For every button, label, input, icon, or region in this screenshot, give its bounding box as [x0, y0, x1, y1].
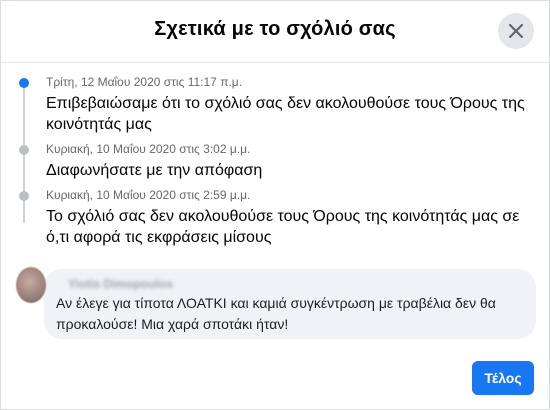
timeline-text: Επιβεβαιώσαμε ότι το σχόλιό σας δεν ακολ…: [46, 95, 525, 133]
comment-status-dialog: Σχετικά με το σχόλιό σας Τρίτη, 12 Μαΐου…: [0, 0, 550, 410]
comment-bubble: Yiotis Dimopoulos Αν έλεγε για τίποτα ΛΟ…: [44, 269, 536, 339]
close-icon: [508, 23, 524, 39]
close-button[interactable]: [498, 13, 534, 49]
timeline-dot-active: [19, 78, 29, 88]
comment-text: Αν έλεγε για τίποτα ΛΟΑΤΚΙ και καμιά συγ…: [56, 295, 496, 332]
dialog-title: Σχετικά με το σχόλιό σας: [154, 18, 396, 40]
dialog-header: Σχετικά με το σχόλιό σας: [1, 1, 549, 63]
timeline-text: Το σχόλιό σας δεν ακολουθούσε τους Όρους…: [46, 208, 520, 246]
timeline-date: Κυριακή, 10 Μαΐου 2020 στις 2:59 μ.μ.: [46, 188, 251, 202]
timeline-text: Διαφωνήσατε με την απόφαση: [46, 162, 263, 179]
timeline-date: Τρίτη, 12 Μαΐου 2020 στις 11:17 π.μ.: [46, 75, 243, 89]
timeline-dot: [19, 191, 29, 201]
avatar: [16, 267, 46, 303]
done-button[interactable]: Τέλος: [472, 361, 534, 395]
timeline-dot: [19, 145, 29, 155]
comment-preview: Yiotis Dimopoulos Αν έλεγε για τίποτα ΛΟ…: [16, 267, 536, 341]
status-timeline: Τρίτη, 12 Μαΐου 2020 στις 11:17 π.μ. Επι…: [1, 63, 549, 258]
comment-author: Yiotis Dimopoulos: [68, 277, 173, 291]
timeline-date: Κυριακή, 10 Μαΐου 2020 στις 3:02 μ.μ.: [46, 142, 251, 156]
